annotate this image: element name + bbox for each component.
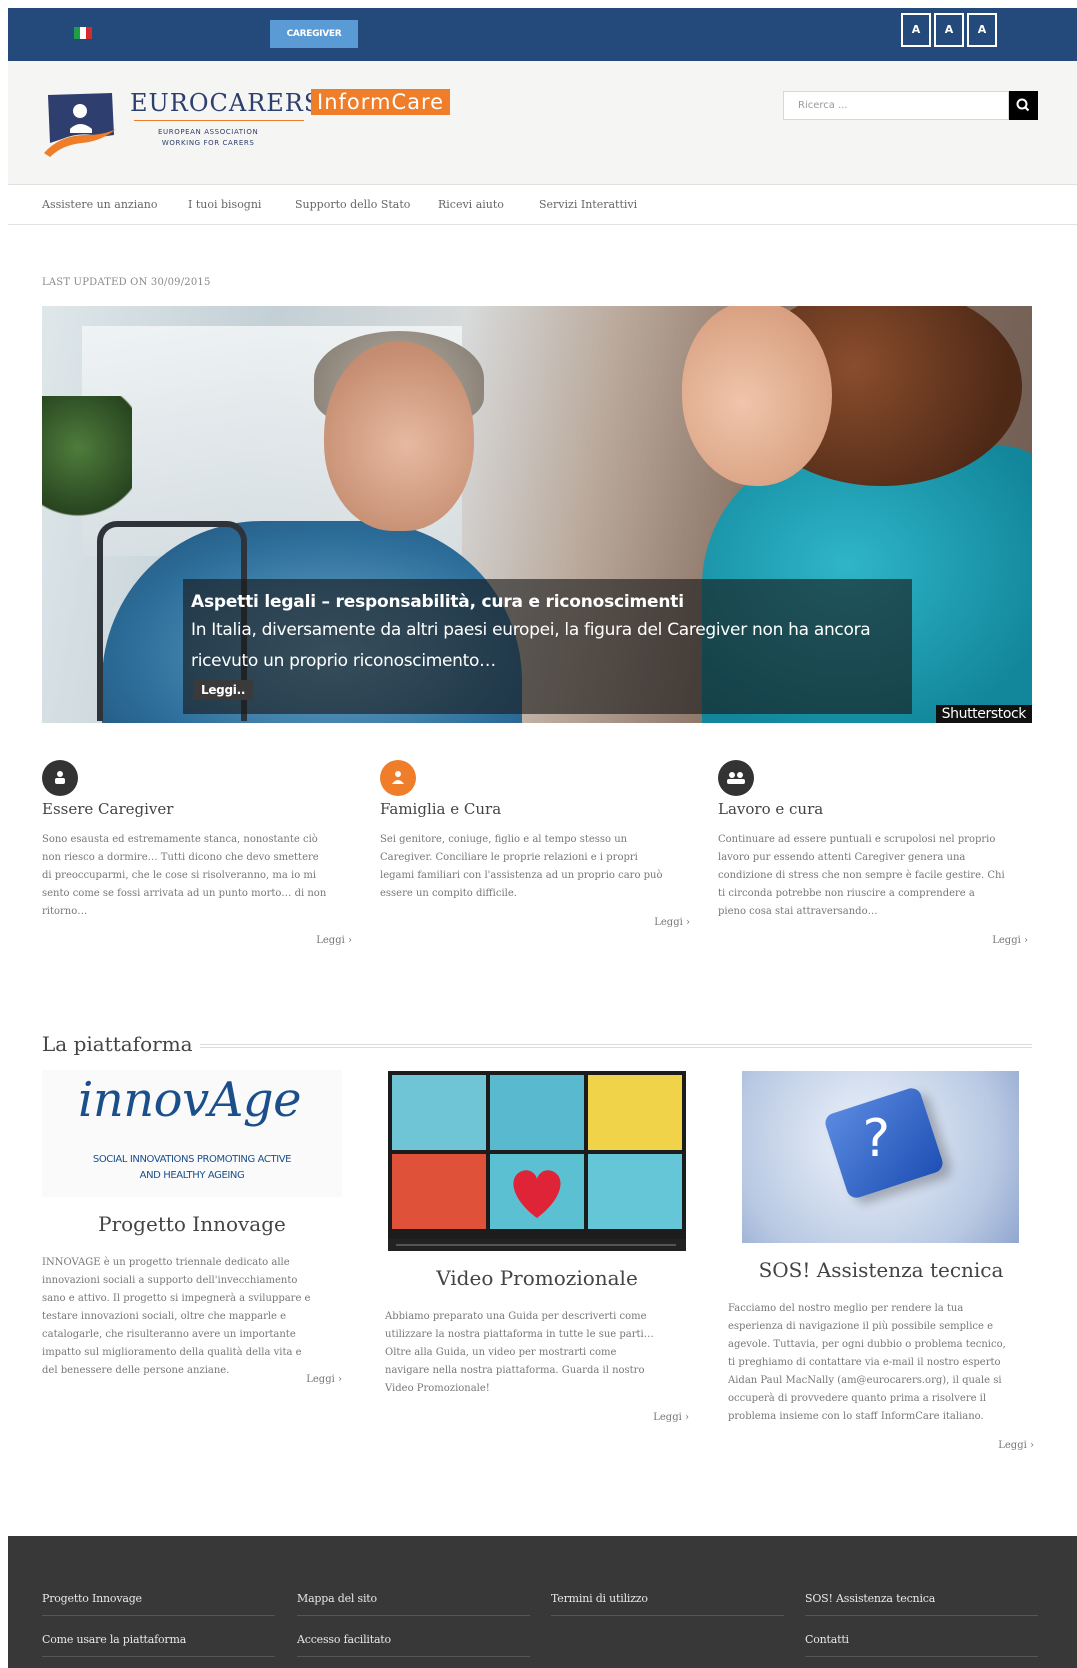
platform-text: Abbiamo preparato una Guida per descrive… bbox=[385, 1311, 654, 1394]
font-size-small-button[interactable]: A bbox=[901, 13, 931, 47]
footer-divider bbox=[805, 1656, 1038, 1657]
video-tile-faces bbox=[588, 1154, 682, 1229]
nav-item-aiuto[interactable]: Ricevi aiuto bbox=[438, 198, 504, 211]
video-tile-coins bbox=[392, 1154, 486, 1229]
platform-text: Facciamo del nostro meglio per rendere l… bbox=[728, 1303, 1006, 1422]
logo-divider bbox=[134, 120, 304, 121]
search-icon bbox=[1016, 98, 1030, 112]
family-icon bbox=[380, 760, 416, 796]
eurocarers-logo-icon[interactable] bbox=[42, 91, 118, 157]
top-bar: CAREGIVER A A A bbox=[8, 8, 1077, 61]
footer-link-sos[interactable]: SOS! Assistenza tecnica bbox=[805, 1592, 935, 1605]
feature-text: Sono esausta ed estremamente stanca, non… bbox=[42, 834, 327, 917]
read-more-link[interactable]: Leggi › bbox=[718, 935, 1028, 946]
logo-product: InformCare bbox=[311, 89, 451, 115]
feature-title[interactable]: Essere Caregiver bbox=[42, 800, 352, 818]
font-size-controls: A A A bbox=[901, 13, 997, 47]
innovage-logo-subtitle: SOCIAL INNOVATIONS PROMOTING ACTIVE AND … bbox=[92, 1154, 292, 1181]
footer-link-innovage[interactable]: Progetto Innovage bbox=[42, 1592, 142, 1605]
hero-carer-face bbox=[682, 306, 832, 486]
logo-subtitle: EUROPEAN ASSOCIATION WORKING FOR CARERS bbox=[158, 128, 259, 147]
hero-elderly-face bbox=[324, 341, 474, 531]
feature-famiglia-cura: Famiglia e Cura Sei genitore, coniuge, f… bbox=[380, 760, 690, 928]
innovage-logo-word: innovAge bbox=[78, 1072, 302, 1128]
question-key-icon: ? bbox=[822, 1085, 946, 1201]
video-tile-heart bbox=[490, 1154, 584, 1229]
video-tile-car bbox=[588, 1075, 682, 1150]
read-more-link[interactable]: Leggi › bbox=[42, 935, 352, 946]
search-input[interactable]: Ricerca ... bbox=[783, 91, 1009, 120]
video-progress-bar[interactable] bbox=[396, 1244, 676, 1246]
footer-link-contacts[interactable]: Contatti bbox=[805, 1633, 849, 1646]
platform-innovage: Progetto Innovage INNOVAGE è un progetto… bbox=[42, 1212, 342, 1385]
footer-divider bbox=[42, 1615, 275, 1616]
video-tile-family bbox=[490, 1075, 584, 1150]
feature-lavoro-cura: Lavoro e cura Continuare ad essere puntu… bbox=[718, 760, 1028, 946]
video-tile-wheelchair bbox=[392, 1075, 486, 1150]
nav-item-bisogni[interactable]: I tuoi bisogni bbox=[188, 198, 261, 211]
logo-name: EUROCARERS bbox=[130, 89, 322, 117]
platform-divider bbox=[200, 1044, 1032, 1048]
nav-item-supporto[interactable]: Supporto dello Stato bbox=[295, 198, 410, 211]
feature-text: Continuare ad essere puntuali e scrupolo… bbox=[718, 834, 1005, 917]
footer-divider bbox=[42, 1656, 275, 1657]
platform-title[interactable]: Video Promozionale bbox=[385, 1266, 689, 1290]
footer-link-sitemap[interactable]: Mappa del sito bbox=[297, 1592, 377, 1605]
image-credit: Shutterstock bbox=[935, 705, 1032, 723]
innovage-logo[interactable]: innovAge SOCIAL INNOVATIONS PROMOTING AC… bbox=[42, 1070, 342, 1197]
platform-heading: La piattaforma bbox=[42, 1032, 193, 1056]
platform-title[interactable]: SOS! Assistenza tecnica bbox=[728, 1258, 1034, 1282]
read-more-link[interactable]: Leggi › bbox=[728, 1440, 1034, 1451]
feature-title[interactable]: Lavoro e cura bbox=[718, 800, 1028, 818]
nav-item-assistere[interactable]: Assistere un anziano bbox=[42, 198, 157, 211]
hero-slider[interactable]: Aspetti legali – responsabilità, cura e … bbox=[42, 306, 1032, 723]
heart-icon bbox=[513, 1170, 561, 1218]
footer-divider bbox=[297, 1615, 530, 1616]
platform-sos: SOS! Assistenza tecnica Facciamo del nos… bbox=[728, 1258, 1034, 1451]
italy-flag-icon[interactable] bbox=[74, 27, 92, 39]
help-key-image[interactable]: ? bbox=[742, 1071, 1019, 1243]
platform-video: Video Promozionale Abbiamo preparato una… bbox=[385, 1266, 689, 1423]
video-controls[interactable] bbox=[388, 1239, 686, 1251]
site-header: EUROCARERS InformCare EUROPEAN ASSOCIATI… bbox=[8, 61, 1077, 185]
promo-video-player[interactable] bbox=[388, 1071, 686, 1251]
main-nav: Assistere un anziano I tuoi bisogni Supp… bbox=[8, 185, 1077, 225]
read-more-link[interactable]: Leggi › bbox=[385, 1412, 689, 1423]
site-footer: Progetto Innovage Mappa del sito Termini… bbox=[8, 1536, 1077, 1668]
caregiver-button[interactable]: CAREGIVER bbox=[270, 20, 358, 48]
hero-read-more-button[interactable]: Leggi.. bbox=[193, 680, 254, 700]
hero-text-line-2: ricevuto un proprio riconoscimento… bbox=[191, 651, 496, 671]
hero-title: Aspetti legali – responsabilità, cura e … bbox=[191, 592, 684, 612]
hero-plant bbox=[42, 396, 132, 526]
platform-text: INNOVAGE è un progetto triennale dedicat… bbox=[42, 1257, 311, 1376]
footer-link-how-to[interactable]: Come usare la piattaforma bbox=[42, 1633, 186, 1646]
footer-link-accessibility[interactable]: Accesso facilitato bbox=[297, 1633, 391, 1646]
read-more-link[interactable]: Leggi › bbox=[380, 917, 690, 928]
search-button[interactable] bbox=[1009, 91, 1038, 120]
footer-link-terms[interactable]: Termini di utilizzo bbox=[551, 1592, 648, 1605]
platform-title[interactable]: Progetto Innovage bbox=[42, 1212, 342, 1236]
last-updated: LAST UPDATED ON 30/09/2015 bbox=[42, 277, 211, 288]
feature-essere-caregiver: Essere Caregiver Sono esausta ed estrema… bbox=[42, 760, 352, 946]
font-size-medium-button[interactable]: A bbox=[934, 13, 964, 47]
footer-divider bbox=[297, 1656, 530, 1657]
hero-caption: Aspetti legali – responsabilità, cura e … bbox=[183, 579, 912, 714]
nav-item-servizi[interactable]: Servizi Interattivi bbox=[539, 198, 637, 211]
caregiver-icon bbox=[42, 760, 78, 796]
feature-title[interactable]: Famiglia e Cura bbox=[380, 800, 690, 818]
hero-text-line-1: In Italia, diversamente da altri paesi e… bbox=[191, 620, 871, 640]
footer-divider bbox=[805, 1615, 1038, 1616]
feature-text: Sei genitore, coniuge, figlio e al tempo… bbox=[380, 834, 663, 899]
font-size-large-button[interactable]: A bbox=[967, 13, 997, 47]
footer-divider bbox=[551, 1615, 784, 1616]
work-icon bbox=[718, 760, 754, 796]
